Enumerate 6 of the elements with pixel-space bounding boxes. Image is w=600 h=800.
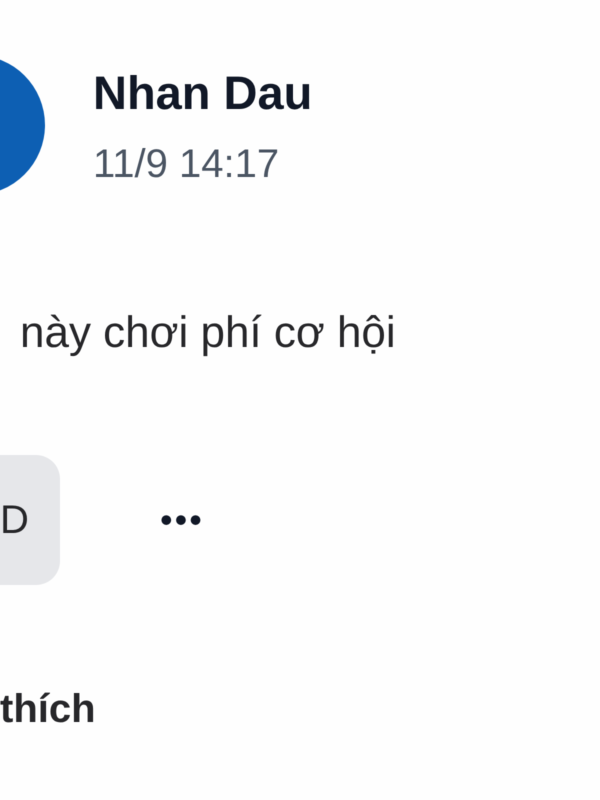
post-text: này chơi phí cơ hội <box>20 307 397 359</box>
like-link[interactable]: thích <box>0 681 96 737</box>
post-time: 11/9 14:17 <box>93 141 280 188</box>
more-button[interactable]: ••• <box>160 499 204 541</box>
author-name: Nhan Dau <box>93 65 312 121</box>
reaction-button[interactable]: D <box>0 455 60 585</box>
